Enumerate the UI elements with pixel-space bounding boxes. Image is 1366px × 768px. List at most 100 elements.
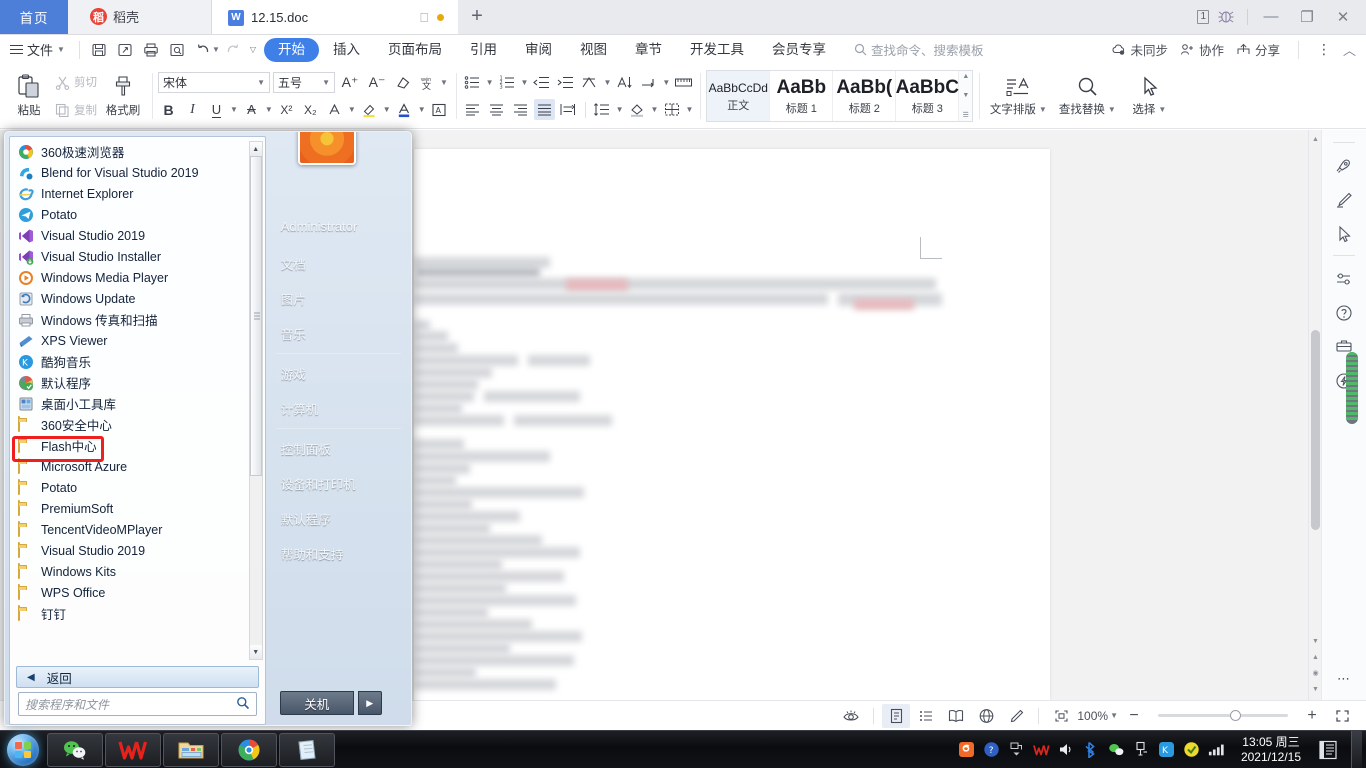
increase-indent-icon[interactable]: [555, 72, 576, 93]
maximize-button[interactable]: ❐: [1290, 2, 1324, 32]
bullet-list-icon[interactable]: [462, 72, 483, 93]
edit-view-icon[interactable]: [1002, 704, 1030, 728]
bold-button[interactable]: B: [158, 99, 179, 120]
collapse-ribbon-button[interactable]: ︿: [1343, 40, 1356, 59]
new-tab-button[interactable]: +: [458, 0, 496, 34]
file-explorer-taskbar-icon[interactable]: [163, 732, 219, 767]
superscript-button[interactable]: X²: [276, 99, 297, 120]
share-button[interactable]: 分享: [1236, 40, 1280, 59]
collaborate-button[interactable]: 协作: [1180, 40, 1224, 59]
shrink-font-button[interactable]: A⁻: [365, 72, 389, 93]
rail-more-button[interactable]: ⋯: [1329, 662, 1359, 696]
chevron-down-icon[interactable]: ▼: [685, 105, 693, 114]
chevron-down-icon[interactable]: ▼: [521, 78, 529, 87]
help-icon[interactable]: [1329, 296, 1359, 330]
shutdown-options-button[interactable]: ▶: [357, 691, 382, 715]
fullscreen-icon[interactable]: [1328, 704, 1356, 728]
program-item-dingtalk[interactable]: 钉钉: [10, 603, 265, 624]
chevron-down-icon[interactable]: ▼: [418, 105, 426, 114]
wps-taskbar-icon[interactable]: [105, 732, 161, 767]
save-as-icon[interactable]: [112, 37, 138, 63]
char-shading-icon[interactable]: A: [429, 99, 450, 120]
show-desktop-button[interactable]: [1351, 730, 1362, 768]
strikethrough-button[interactable]: A: [241, 99, 262, 120]
program-item-visual-studio-installer[interactable]: Visual Studio Installer: [10, 246, 265, 267]
ribbon-tab-member[interactable]: 会员专享: [758, 38, 840, 62]
program-item-microsoft-azure[interactable]: Microsoft Azure: [10, 456, 265, 477]
action-center-icon[interactable]: [1317, 739, 1339, 761]
chevron-down-icon[interactable]: ▼: [348, 105, 356, 114]
zoom-slider[interactable]: [1158, 710, 1288, 721]
cursor-icon[interactable]: [1329, 217, 1359, 251]
scroll-down-icon[interactable]: ▼: [249, 645, 262, 659]
chevron-down-icon[interactable]: ▼: [265, 105, 273, 114]
grow-font-button[interactable]: A⁺: [338, 72, 362, 93]
program-item-blend-vs[interactable]: Blend for Visual Studio 2019: [10, 162, 265, 183]
beetle-icon[interactable]: [1211, 3, 1241, 31]
start-item-documents[interactable]: 文档: [266, 246, 411, 281]
scroll-up-icon[interactable]: ▲: [249, 142, 262, 156]
chevron-down-icon[interactable]: ▼: [230, 105, 238, 114]
start-item-default-programs[interactable]: 默认程序: [266, 501, 411, 536]
close-button[interactable]: ✕: [1326, 2, 1360, 32]
start-item-games[interactable]: 游戏: [266, 356, 411, 391]
reading-eye-icon[interactable]: [837, 704, 865, 728]
pinyin-guide-icon[interactable]: wén 文: [416, 72, 437, 93]
zoom-out-button[interactable]: −: [1120, 704, 1148, 728]
format-painter-button[interactable]: 格式刷: [100, 67, 146, 125]
kugou-tray-icon[interactable]: K: [1158, 741, 1175, 758]
more-options-button[interactable]: ⋮: [1317, 41, 1331, 58]
start-item-devices-and-printers[interactable]: 设备和打印机: [266, 466, 411, 501]
align-justify-icon[interactable]: [533, 99, 555, 120]
help-icon[interactable]: ?: [983, 741, 1000, 758]
underline-button[interactable]: U: [206, 99, 227, 120]
italic-button[interactable]: I: [182, 99, 203, 120]
command-search-box[interactable]: 查找命令、搜索模板: [854, 40, 984, 59]
program-item-flash-center[interactable]: Flash中心: [10, 435, 265, 456]
line-spacing-icon[interactable]: [592, 99, 613, 120]
zoom-level-label[interactable]: 100%: [1077, 709, 1108, 723]
program-item-tencent-video-mplayer[interactable]: TencentVideoMPlayer: [10, 519, 265, 540]
undo-dropdown-icon[interactable]: ▼: [212, 45, 220, 54]
shutdown-button[interactable]: 关机: [279, 691, 354, 715]
asian-layout-icon[interactable]: [579, 72, 600, 93]
web-view-icon[interactable]: [972, 704, 1000, 728]
scrollbar-thumb[interactable]: [249, 156, 262, 476]
style-normal[interactable]: AaBbCcDd 正文: [707, 71, 771, 121]
bluetooth-icon[interactable]: [1083, 741, 1100, 758]
wechat-tray-icon[interactable]: [1108, 741, 1125, 758]
avatar[interactable]: [297, 132, 356, 165]
tab-daoke[interactable]: 稻 稻壳: [68, 0, 212, 34]
fit-page-icon[interactable]: [1047, 704, 1075, 728]
program-item-potato-folder[interactable]: Potato: [10, 477, 265, 498]
copy-button[interactable]: 复制: [52, 98, 100, 123]
outline-view-icon[interactable]: [912, 704, 940, 728]
wps-tray-icon[interactable]: [1032, 741, 1050, 758]
chevron-down-icon[interactable]: ▼: [383, 105, 391, 114]
char-border-button[interactable]: [324, 99, 345, 120]
sync-status-button[interactable]: 未同步: [1111, 40, 1168, 59]
chevron-down-icon[interactable]: ▼: [1110, 711, 1118, 720]
program-item-default-programs[interactable]: 默认程序: [10, 372, 265, 393]
ribbon-tab-developer[interactable]: 开发工具: [676, 38, 758, 62]
align-right-icon[interactable]: [510, 99, 531, 120]
scrollbar-thumb[interactable]: [1311, 330, 1320, 530]
360-tray-icon[interactable]: [1183, 741, 1200, 758]
subscript-button[interactable]: X₂: [300, 99, 321, 120]
sogou-input-icon[interactable]: [958, 741, 975, 758]
text-layout-button[interactable]: 文字排版 ▼: [985, 67, 1051, 125]
zoom-in-button[interactable]: +: [1298, 704, 1326, 728]
start-item-music[interactable]: 音乐: [266, 316, 411, 351]
start-button[interactable]: [0, 732, 46, 768]
save-icon[interactable]: [86, 37, 112, 63]
start-item-computer[interactable]: 计算机: [266, 391, 411, 426]
zoom-slider-knob[interactable]: [1230, 710, 1241, 721]
ribbon-tab-page-layout[interactable]: 页面布局: [374, 38, 456, 62]
network-signal-icon[interactable]: [1208, 741, 1225, 758]
find-replace-button[interactable]: 查找替换 ▼: [1051, 67, 1123, 125]
program-item-internet-explorer[interactable]: Internet Explorer: [10, 183, 265, 204]
chevron-down-icon[interactable]: ▼: [662, 78, 670, 87]
program-item-360-browser[interactable]: 360极速浏览器: [10, 141, 265, 162]
ribbon-tab-sections[interactable]: 章节: [621, 38, 676, 62]
borders-icon[interactable]: [661, 99, 682, 120]
